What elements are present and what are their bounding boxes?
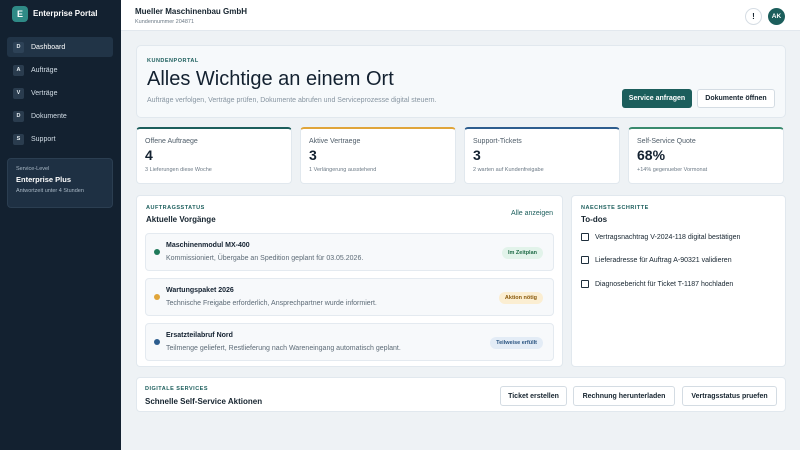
orders-icon: A (13, 64, 24, 76)
sidebar-item-label: Verträge (31, 89, 58, 97)
todo-label: Lieferadresse für Auftrag A-90321 validi… (595, 256, 732, 264)
kpi-label: Support-Tickets (473, 138, 522, 145)
kpi-value: 3 (473, 147, 481, 163)
todo-item[interactable]: Vertragsnachtrag V-2024-118 digital best… (581, 233, 740, 241)
contracts-icon: V (13, 87, 24, 99)
show-all-link[interactable]: Alle anzeigen (511, 210, 553, 217)
kpi-note: +14% gegenueber Vormonat (637, 167, 708, 173)
check-contract-status-button[interactable]: Vertragsstatus pruefen (682, 386, 777, 406)
order-title: Maschinenmodul MX-400 (166, 242, 250, 249)
todo-label: Diagnosebericht für Ticket T-1187 hochla… (595, 280, 734, 288)
support-icon: S (13, 133, 24, 145)
company-name: Mueller Maschinenbau GmbH (135, 7, 248, 16)
order-title: Wartungspaket 2026 (166, 287, 234, 294)
status-badge: Teilweise erfüllt (490, 337, 543, 349)
order-item[interactable]: Wartungspaket 2026 Technische Freigabe e… (145, 278, 554, 316)
customer-number: Kundennummer 204871 (135, 19, 195, 25)
sidebar-item-label: Support (31, 135, 56, 143)
sidebar-item-label: Aufträge (31, 66, 58, 74)
todo-checkbox[interactable] (581, 256, 589, 264)
page-title: Alles Wichtige an einem Ort (147, 68, 394, 90)
kpi-value: 3 (309, 147, 317, 163)
sidebar: E Enterprise Portal D Dashboard A Aufträ… (0, 0, 121, 450)
todo-checkbox[interactable] (581, 233, 589, 241)
todos-title: To-dos (581, 215, 608, 224)
notification-icon[interactable]: ! (745, 8, 762, 25)
orders-kicker: AUFTRAGSSTATUS (146, 205, 205, 211)
kpi-card-self-service-quote: Self-Service Quote 68% +14% gegenueber V… (628, 127, 784, 184)
status-dot (154, 294, 160, 300)
kpi-note: 1 Verlängerung ausstehend (309, 167, 377, 173)
status-dot (154, 249, 160, 255)
download-invoice-button[interactable]: Rechnung herunterladen (573, 386, 675, 406)
next-steps-panel: NAECHSTE SCHRITTE To-dos Vertragsnachtra… (571, 195, 786, 367)
todos-kicker: NAECHSTE SCHRITTE (581, 205, 649, 211)
kpi-value: 68% (637, 147, 666, 163)
kpi-card-active-contracts: Aktive Vertraege 3 1 Verlängerung ausste… (300, 127, 456, 184)
digital-services-bar: DIGITALE SERVICES Schnelle Self-Service … (136, 377, 786, 412)
todo-item[interactable]: Lieferadresse für Auftrag A-90321 validi… (581, 256, 732, 264)
service-request-button[interactable]: Service anfragen (622, 89, 692, 108)
services-title: Schnelle Self-Service Aktionen (145, 397, 263, 406)
dashboard-icon: D (13, 41, 24, 53)
sidebar-item-label: Dokumente (31, 112, 67, 120)
order-title: Ersatzteilabruf Nord (166, 332, 233, 339)
kpi-card-open-orders: Offene Auftraege 4 3 Lieferungen diese W… (136, 127, 292, 184)
order-description: Teilmenge geliefert, Restlieferung nach … (166, 345, 401, 352)
brand-logo: E (12, 6, 28, 22)
services-kicker: DIGITALE SERVICES (145, 386, 209, 392)
kpi-label: Self-Service Quote (637, 138, 696, 145)
kpi-label: Aktive Vertraege (309, 138, 361, 145)
order-status-panel: AUFTRAGSSTATUS Aktuelle Vorgänge Alle an… (136, 195, 563, 367)
sidebar-item-label: Dashboard (31, 43, 66, 51)
service-level-caption: Service-Level (16, 166, 50, 172)
avatar[interactable]: AK (768, 8, 785, 25)
service-level-note: Antwortzeit unter 4 Stunden (16, 188, 84, 194)
hero-subtitle: Aufträge verfolgen, Verträge prüfen, Dok… (147, 97, 437, 104)
status-badge: Im Zeitplan (501, 247, 543, 259)
todo-checkbox[interactable] (581, 280, 589, 288)
sidebar-item-support[interactable]: S Support (7, 129, 113, 149)
kpi-note: 2 warten auf Kundenfreigabe (473, 167, 544, 173)
kpi-card-support-tickets: Support-Tickets 3 2 warten auf Kundenfre… (464, 127, 620, 184)
service-level-card: Service-Level Enterprise Plus Antwortzei… (7, 158, 113, 208)
kpi-label: Offene Auftraege (145, 138, 198, 145)
order-item[interactable]: Maschinenmodul MX-400 Kommissioniert, Üb… (145, 233, 554, 271)
top-header: Mueller Maschinenbau GmbH Kundennummer 2… (121, 0, 800, 31)
status-badge: Aktion nötig (498, 292, 543, 304)
brand-title: Enterprise Portal (33, 9, 98, 18)
kpi-note: 3 Lieferungen diese Woche (145, 167, 212, 173)
open-documents-button[interactable]: Dokumente öffnen (697, 89, 775, 108)
sidebar-item-dashboard[interactable]: D Dashboard (7, 37, 113, 57)
order-description: Kommissioniert, Übergabe an Spedition ge… (166, 255, 364, 262)
service-level-name: Enterprise Plus (16, 175, 72, 184)
todo-label: Vertragsnachtrag V-2024-118 digital best… (595, 233, 741, 241)
kpi-value: 4 (145, 147, 153, 163)
sidebar-item-auftraege[interactable]: A Aufträge (7, 60, 113, 80)
sidebar-item-dokumente[interactable]: D Dokumente (7, 106, 113, 126)
documents-icon: D (13, 110, 24, 122)
hero-banner: KUNDENPORTAL Alles Wichtige an einem Ort… (136, 45, 786, 118)
sidebar-nav: D Dashboard A Aufträge V Verträge D Doku… (7, 37, 113, 152)
todo-item[interactable]: Diagnosebericht für Ticket T-1187 hochla… (581, 280, 733, 288)
order-description: Technische Freigabe erforderlich, Anspre… (166, 300, 377, 307)
hero-kicker: KUNDENPORTAL (147, 58, 199, 64)
create-ticket-button[interactable]: Ticket erstellen (500, 386, 567, 406)
orders-title: Aktuelle Vorgänge (146, 215, 216, 224)
status-dot (154, 339, 160, 345)
sidebar-item-vertraege[interactable]: V Verträge (7, 83, 113, 103)
order-item[interactable]: Ersatzteilabruf Nord Teilmenge geliefert… (145, 323, 554, 361)
